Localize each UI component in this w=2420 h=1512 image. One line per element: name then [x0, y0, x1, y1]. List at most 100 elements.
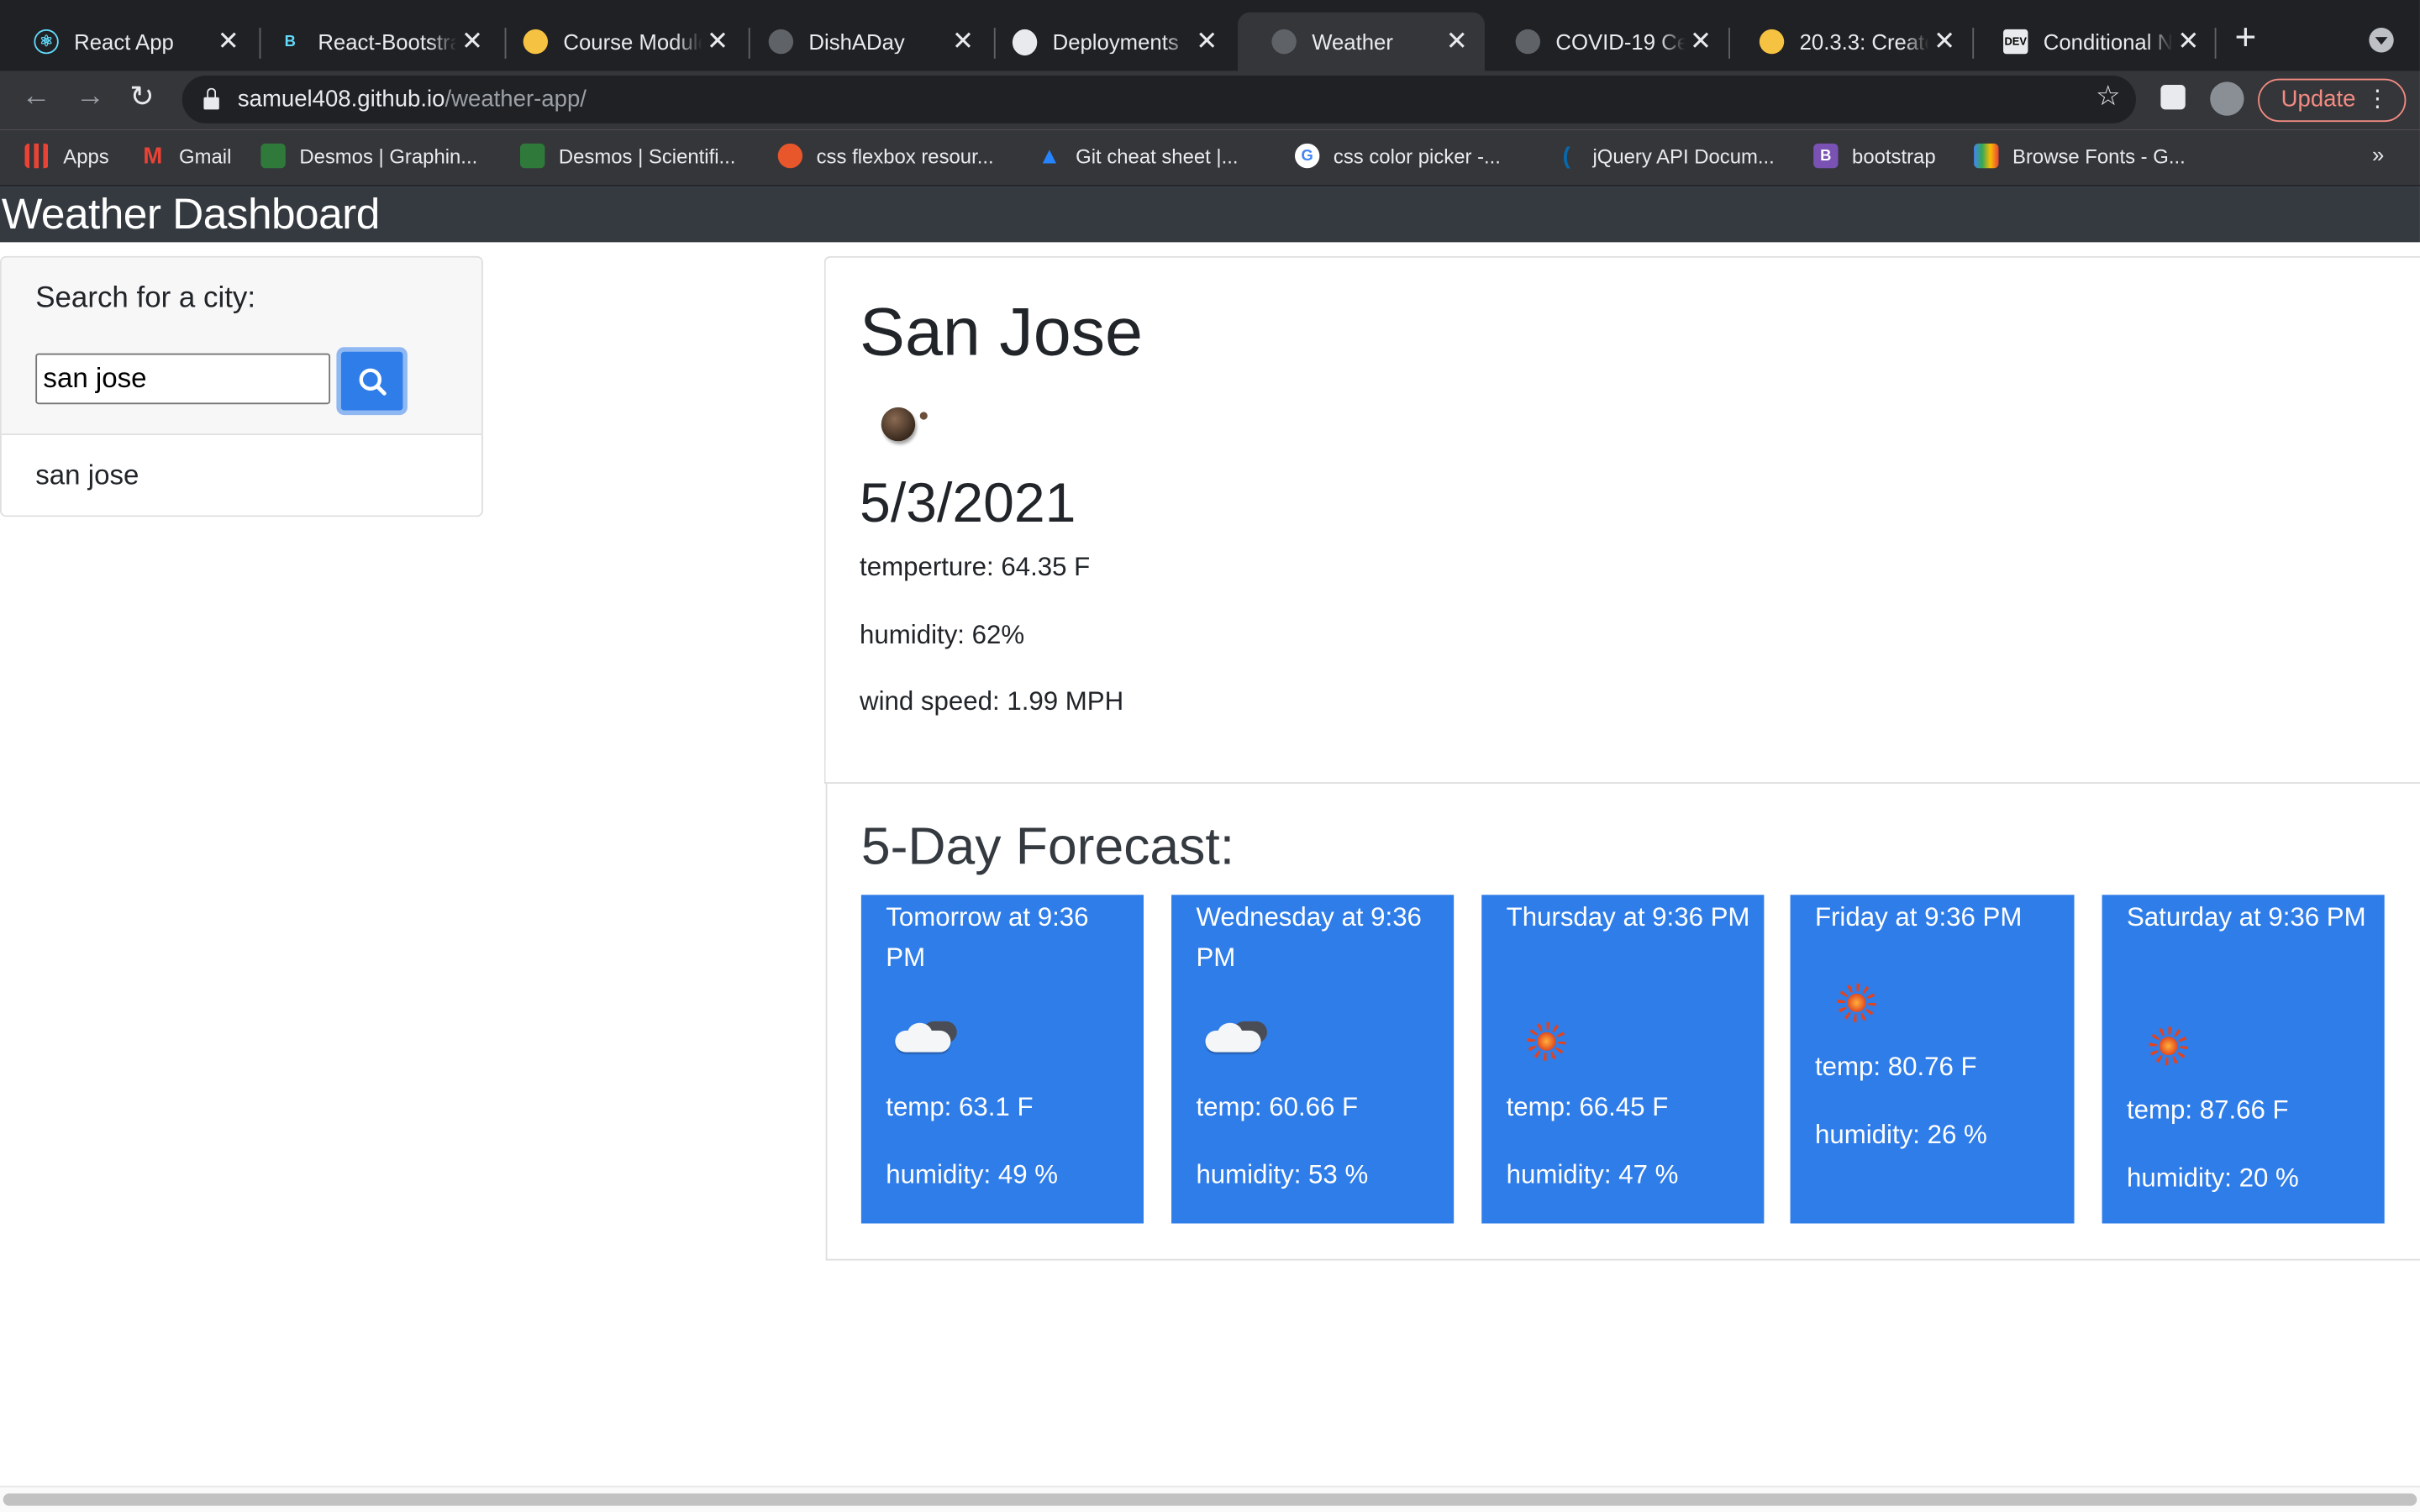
- apps-grid-icon: [24, 143, 50, 169]
- update-button[interactable]: Update ⋮: [2258, 78, 2407, 123]
- bookmark-label: css flexbox resour...: [816, 144, 994, 168]
- tab-weather[interactable]: Weather ✕: [1238, 12, 1485, 71]
- close-icon[interactable]: ✕: [1929, 26, 1960, 57]
- scrollbar-thumb[interactable]: [3, 1493, 2417, 1506]
- desmos-icon: [519, 143, 545, 169]
- bookmark-apps[interactable]: Apps: [24, 143, 109, 169]
- github-icon: [1012, 28, 1038, 55]
- bookmark-label: Gmail: [179, 144, 232, 168]
- close-icon[interactable]: ✕: [213, 26, 244, 57]
- jquery-icon: (: [1562, 142, 1570, 170]
- close-icon[interactable]: ✕: [2173, 26, 2204, 57]
- bookmark-gmail[interactable]: M Gmail: [140, 142, 232, 170]
- bookmark-css-flexbox[interactable]: css flexbox resour...: [777, 143, 994, 169]
- close-icon[interactable]: ✕: [457, 26, 488, 57]
- close-icon[interactable]: ✕: [702, 26, 734, 57]
- cloud-icon: [1202, 1018, 1273, 1058]
- bookmarks-bar: Apps M Gmail Desmos | Graphin... Desmos …: [0, 129, 2420, 187]
- canvas-icon: [523, 29, 549, 55]
- tab-react-app[interactable]: ⚛ React App ✕: [0, 13, 256, 71]
- city-search-input[interactable]: [35, 353, 331, 405]
- bookmark-label: bootstrap: [1852, 144, 1936, 168]
- bookmark-desmos-graphing[interactable]: Desmos | Graphin...: [260, 143, 477, 169]
- forecast-temp: temp: 66.45 F: [1506, 1092, 1669, 1122]
- search-icon: [359, 368, 387, 396]
- tab-label: DishADay: [808, 29, 905, 55]
- lock-icon: [203, 87, 219, 109]
- forecast-day-card: Thursday at 9:36 PM temp: 66.45 F humidi…: [1481, 895, 1765, 1224]
- cloud-icon: [892, 1018, 963, 1058]
- dev-icon: DEV: [2003, 29, 2028, 55]
- moon-icon-dot: [919, 412, 928, 420]
- bookmark-label: jQuery API Docum...: [1592, 144, 1775, 168]
- extensions-puzzle-icon[interactable]: [2160, 85, 2186, 110]
- tab-label: React-Bootstrap: [318, 29, 456, 55]
- back-arrow-icon[interactable]: ←: [22, 81, 51, 114]
- gmail-icon: M: [143, 142, 163, 170]
- new-tab-button[interactable]: +: [2235, 19, 2257, 57]
- bookmark-label: Apps: [63, 144, 109, 168]
- horizontal-scrollbar[interactable]: [0, 1485, 2420, 1512]
- forecast-humidity: humidity: 47 %: [1506, 1160, 1679, 1190]
- tab-label: 20.3.3: Create: [1799, 29, 1929, 55]
- weather-app: Weather Dashboard Search for a city: san…: [0, 186, 2420, 1512]
- react-icon: ⚛: [34, 29, 59, 55]
- page-title: Weather Dashboard: [1, 189, 381, 238]
- current-temperature: temperture: 64.35 F: [860, 552, 1091, 582]
- close-icon[interactable]: ✕: [1441, 26, 1472, 57]
- current-date: 5/3/2021: [860, 470, 1076, 534]
- tab-label: Conditional Na: [2043, 29, 2174, 55]
- google-fonts-icon: [1974, 143, 1999, 169]
- tab-create[interactable]: 20.3.3: Create ✕: [1725, 13, 1972, 71]
- tab-label: Deployments: [1052, 29, 1179, 55]
- browser-tab-bar: ⚛ React App ✕ B React-Bootstrap ✕ Course…: [0, 0, 2420, 71]
- kebab-menu-icon[interactable]: ⋮: [2366, 81, 2390, 121]
- close-icon[interactable]: ✕: [1686, 26, 1717, 57]
- bookmark-bootstrap[interactable]: B bootstrap: [1813, 143, 1936, 169]
- forecast-humidity: humidity: 49 %: [886, 1160, 1059, 1190]
- bookmark-git-cheat-sheet[interactable]: ▲ Git cheat sheet |...: [1037, 143, 1238, 169]
- tab-course-modules[interactable]: Course Modules ✕: [489, 13, 745, 71]
- reload-icon[interactable]: ↻: [129, 81, 154, 116]
- tab-react-bootstrap[interactable]: B React-Bootstrap ✕: [244, 13, 500, 71]
- avatar[interactable]: [2210, 81, 2244, 116]
- forecast-day-label: Tomorrow at 9:36 PM: [886, 902, 1089, 973]
- forecast-day-card: Friday at 9:36 PM temp: 80.76 F humidity…: [1790, 895, 2075, 1224]
- tab-search-button[interactable]: [2369, 28, 2394, 53]
- search-button[interactable]: [336, 347, 408, 416]
- search-history-item[interactable]: san jose: [35, 459, 139, 492]
- forward-arrow-icon[interactable]: →: [76, 81, 105, 114]
- forecast-temp: temp: 63.1 F: [886, 1092, 1034, 1122]
- tab-deployments[interactable]: Deployments ✕: [978, 13, 1234, 71]
- sun-icon: [1526, 1021, 1567, 1062]
- tab-label: React App: [74, 29, 174, 55]
- bookmarks-overflow-button[interactable]: »: [2372, 142, 2384, 166]
- forecast-temp: temp: 60.66 F: [1196, 1092, 1359, 1122]
- google-icon: G: [1294, 143, 1320, 169]
- desmos-icon: [260, 143, 286, 169]
- tab-covid-center[interactable]: COVID-19 Center ✕: [1481, 13, 1728, 71]
- bookmark-star-icon[interactable]: ☆: [2096, 81, 2121, 113]
- bookmark-desmos-scientific[interactable]: Desmos | Scientifi...: [519, 143, 735, 169]
- tab-dishaday[interactable]: DishADay ✕: [734, 13, 991, 71]
- forecast-day-card: Tomorrow at 9:36 PM temp: 63.1 F humidit…: [860, 895, 1144, 1224]
- forecast-day-card: Saturday at 9:36 PM temp: 87.66 F humidi…: [2102, 895, 2385, 1224]
- address-bar[interactable]: samuel408.github.io/weather-app/ ☆: [182, 75, 2136, 123]
- forecast-card: 5-Day Forecast: Tomorrow at 9:36 PM temp…: [825, 782, 2420, 1261]
- bookmark-color-picker[interactable]: G css color picker -...: [1294, 143, 1501, 169]
- close-icon[interactable]: ✕: [1192, 26, 1223, 57]
- search-card: Search for a city: san jose: [0, 255, 483, 517]
- tab-label: Course Modules: [563, 29, 702, 55]
- current-weather-card: San Jose 5/3/2021 temperture: 64.35 F hu…: [823, 255, 2420, 785]
- forecast-temp: temp: 87.66 F: [2126, 1095, 2289, 1125]
- bookmark-jquery[interactable]: ( jQuery API Docum...: [1555, 142, 1775, 170]
- url-text: samuel408.github.io/weather-app/: [238, 87, 587, 113]
- globe-icon: [1271, 29, 1297, 55]
- close-icon[interactable]: ✕: [948, 26, 979, 57]
- search-label: Search for a city:: [35, 282, 256, 315]
- tab-conditional[interactable]: DEV Conditional Na ✕: [1970, 13, 2217, 71]
- bookmark-google-fonts[interactable]: Browse Fonts - G...: [1974, 143, 2186, 169]
- forecast-humidity: humidity: 53 %: [1196, 1160, 1369, 1190]
- react-bootstrap-icon: B: [284, 33, 296, 50]
- forecast-title: 5-Day Forecast:: [860, 817, 1235, 877]
